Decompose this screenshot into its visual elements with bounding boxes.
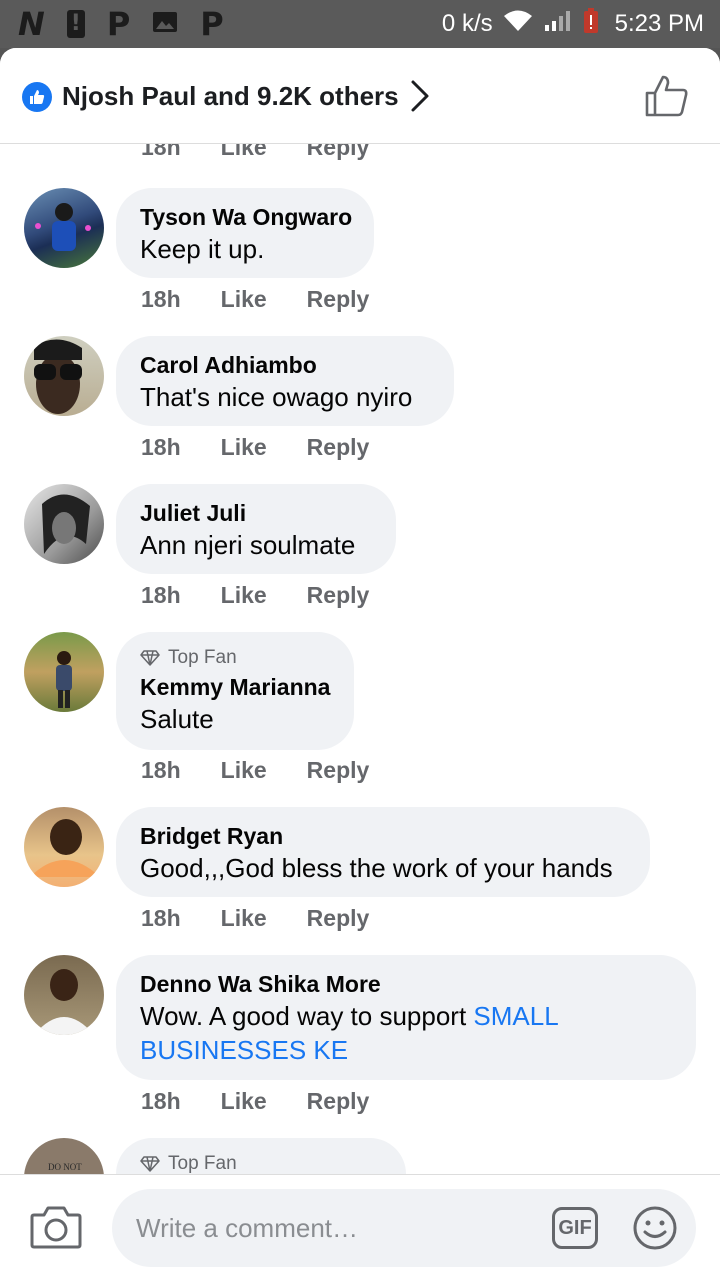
avatar[interactable] [24,188,104,268]
comment-input[interactable] [136,1209,516,1247]
comment-time: 18h [141,757,181,783]
comment-text: That's nice owago nyiro [140,382,413,412]
wifi-icon [503,9,533,40]
like-link[interactable]: Like [221,755,267,785]
like-link[interactable]: Like [221,580,267,610]
comment-time: 18h [141,144,181,160]
comment-input-container[interactable]: GIF [112,1189,696,1267]
reply-link[interactable]: Reply [307,903,370,933]
comment-text: Wow. A good way to support SMALL BUSINES… [140,999,672,1067]
comment-actions: 18h Like Reply [141,580,369,610]
n-app-icon: N [18,5,45,43]
commenter-name[interactable]: Kemmy Marianna [140,672,330,702]
like-link[interactable]: Like [221,1086,267,1116]
top-fan-badge: Top Fan [140,1152,382,1175]
reactions-summary[interactable]: Njosh Paul and 9.2K others [62,78,399,114]
avatar-sign-text: DO NOT [48,1162,82,1172]
top-fan-label: Top Fan [168,647,237,668]
status-bar: N ! P P 0 k/s 5:23 PM [0,0,720,48]
comment-text: Keep it up. [140,234,265,264]
notification-icons: N ! P P [18,6,224,42]
comments-sheet: Njosh Paul and 9.2K others 18h Like Repl… [0,48,720,1280]
top-fan-badge: Top Fan [140,646,330,670]
p-app-icon-2: P [200,5,224,43]
comment-time: 18h [141,286,181,312]
like-link[interactable]: Like [221,432,267,462]
reply-link[interactable]: Reply [307,432,370,462]
commenter-name[interactable]: Juliet Juli [140,498,372,528]
comment-composer: GIF [0,1174,720,1280]
reply-link[interactable]: Reply [307,580,370,610]
like-link[interactable]: Like [221,144,267,161]
comment-text-prefix: Wow. A good way to support [140,1001,474,1031]
battery-icon [583,7,599,41]
comment-actions: 18h Like Reply [141,755,369,785]
avatar[interactable] [24,955,104,1035]
comment-text: Ann njeri soulmate [140,530,356,560]
avatar[interactable]: DO NOT [24,1138,104,1175]
avatar[interactable] [24,807,104,887]
comment-list[interactable]: 18h Like Reply Tyson Wa Ongwaro Keep it … [0,144,720,1175]
avatar[interactable] [24,484,104,564]
commenter-name[interactable]: Carol Adhiambo [140,350,430,380]
comment-bubble[interactable]: Bridget Ryan Good,,,God bless the work o… [116,807,650,897]
comment-bubble[interactable]: Top Fan [116,1138,406,1175]
comment-actions: 18h Like Reply [141,432,369,462]
comment-bubble[interactable]: Juliet Juli Ann njeri soulmate [116,484,396,574]
comment-bubble[interactable]: Denno Wa Shika More Wow. A good way to s… [116,955,696,1080]
comment-bubble[interactable]: Top Fan Kemmy Marianna Salute [116,632,354,750]
diamond-icon [140,650,160,666]
diamond-icon [140,1156,160,1172]
comment-time: 18h [141,582,181,608]
commenter-name[interactable]: Bridget Ryan [140,821,626,851]
comment-text: Good,,,God bless the work of your hands [140,853,613,883]
avatar[interactable] [24,632,104,712]
comment-time: 18h [141,905,181,931]
like-link[interactable]: Like [221,284,267,314]
comment-actions: 18h Like Reply [141,903,369,933]
comment-bubble[interactable]: Carol Adhiambo That's nice owago nyiro [116,336,454,426]
camera-icon[interactable] [30,1203,82,1254]
signal-icon [543,9,573,40]
comment-bubble[interactable]: Tyson Wa Ongwaro Keep it up. [116,188,374,278]
reactions-header[interactable]: Njosh Paul and 9.2K others [0,48,720,144]
comment-time: 18h [141,434,181,460]
avatar[interactable] [24,336,104,416]
reply-link[interactable]: Reply [307,144,370,161]
alert-icon: ! [66,10,85,38]
commenter-name[interactable]: Denno Wa Shika More [140,969,672,999]
clock: 5:23 PM [614,10,704,37]
comment-text: Salute [140,704,214,734]
gif-button[interactable]: GIF [552,1207,598,1249]
emoji-icon[interactable] [632,1205,678,1256]
reply-link[interactable]: Reply [307,284,370,314]
reply-link[interactable]: Reply [307,755,370,785]
comment-actions-cut: 18h Like Reply [141,144,369,161]
reply-link[interactable]: Reply [307,1086,370,1116]
network-speed: 0 k/s [441,10,493,37]
like-reaction-icon [22,82,52,112]
like-button-icon[interactable] [644,74,690,123]
chevron-right-icon[interactable] [408,79,432,118]
comment-actions: 18h Like Reply [141,1086,369,1116]
image-icon [152,10,178,39]
p-app-icon: P [106,5,131,43]
like-link[interactable]: Like [221,903,267,933]
comment-actions: 18h Like Reply [141,284,369,314]
top-fan-label: Top Fan [168,1153,237,1174]
commenter-name[interactable]: Tyson Wa Ongwaro [140,202,352,232]
comment-time: 18h [141,1088,181,1114]
